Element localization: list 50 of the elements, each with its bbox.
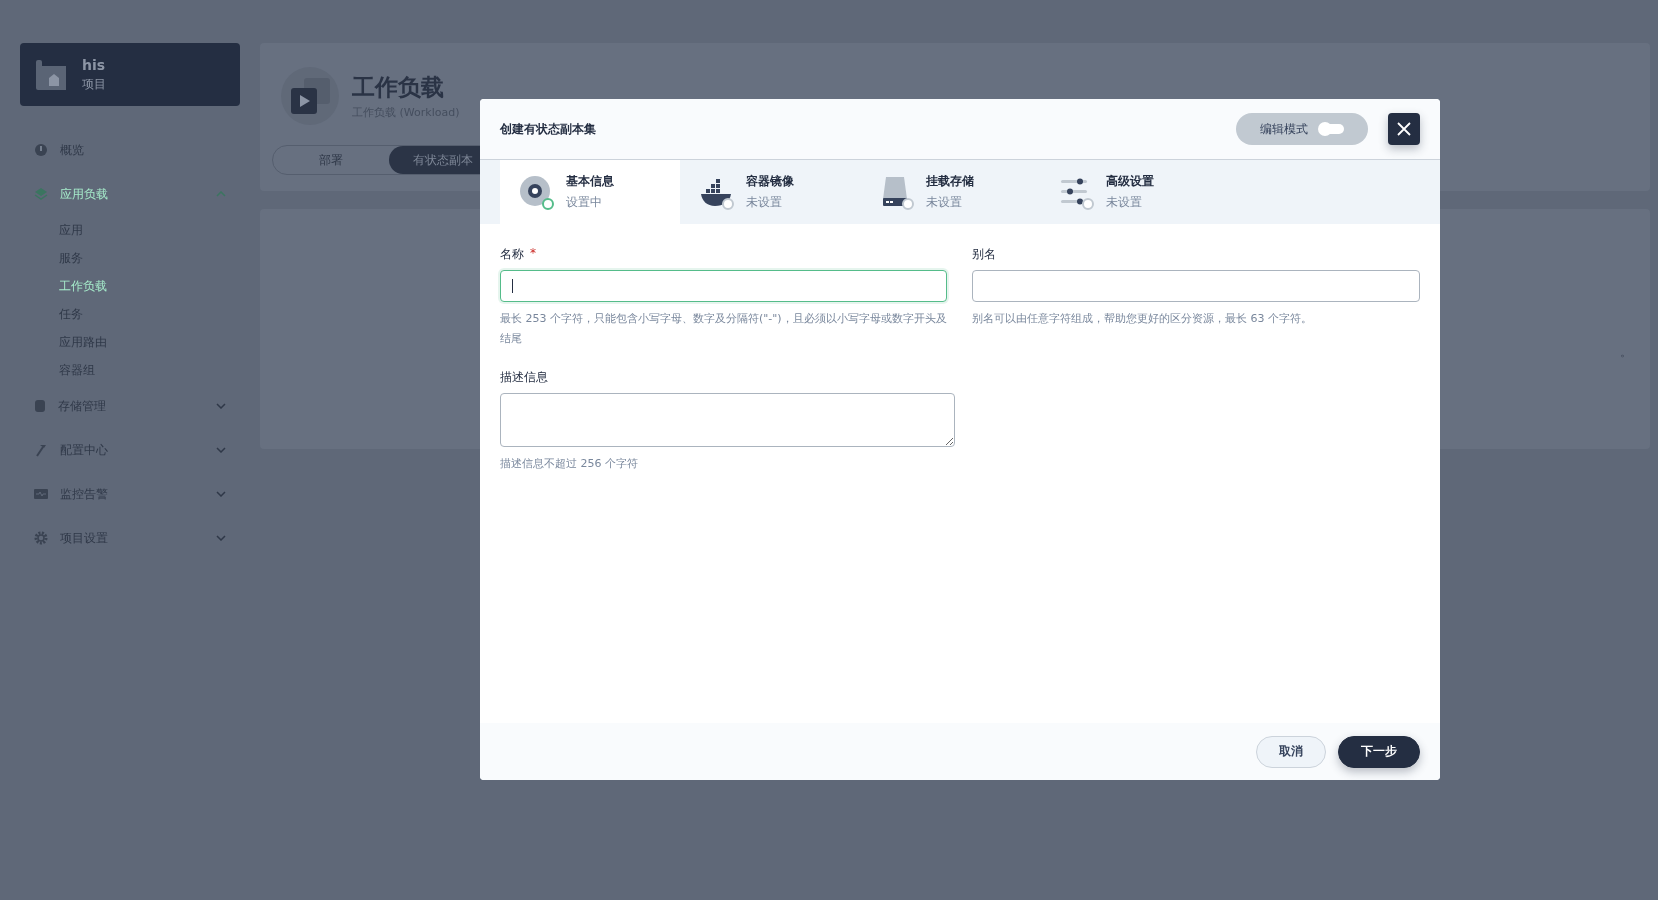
step-tab[interactable]: 基本信息 设置中 — [500, 160, 680, 224]
dashboard-icon — [34, 143, 48, 157]
field-hint: 最长 253 个字符，只能包含小写字母、数字及分隔符("-")，且必须以小写字母或数字开头及结尾 — [500, 311, 947, 347]
next-button[interactable]: 下一步 — [1338, 735, 1420, 768]
sidebar-subitem[interactable]: 工作负载 — [20, 272, 107, 300]
close-icon — [1397, 122, 1411, 136]
step-title: 基本信息 — [566, 173, 614, 190]
layers-icon — [34, 187, 48, 201]
database-icon — [34, 399, 46, 413]
step-tab[interactable]: 容器镜像 未设置 — [680, 160, 860, 224]
field-label: 描述信息 — [500, 369, 548, 386]
chevron-down-icon — [216, 535, 226, 541]
field-label: 别名 — [972, 246, 996, 263]
chevron-up-icon — [216, 191, 226, 197]
field-hint: 描述信息不超过 256 个字符 — [500, 456, 639, 472]
step-title: 容器镜像 — [746, 173, 794, 190]
step-status: 未设置 — [926, 194, 963, 211]
step-status: 未设置 — [746, 194, 783, 211]
project-type: 项目 — [82, 75, 106, 93]
settings-icon — [34, 531, 48, 545]
workload-icon — [280, 66, 340, 126]
chevron-down-icon — [216, 491, 226, 497]
project-icon — [36, 59, 66, 90]
project-name: his — [82, 56, 106, 73]
page-title: 工作负载 — [352, 73, 445, 102]
field-label: 名称 — [500, 246, 524, 263]
cancel-button[interactable]: 取消 — [1256, 735, 1326, 768]
required-mark: * — [530, 246, 536, 262]
project-card[interactable]: his 项目 — [20, 43, 240, 106]
chevron-down-icon — [216, 403, 226, 409]
text-cursor — [512, 279, 513, 293]
input-field[interactable] — [972, 270, 1420, 302]
monitor-icon — [34, 488, 48, 500]
edit-mode-toggle[interactable]: 编辑模式 — [1236, 113, 1368, 145]
input-field[interactable] — [500, 270, 947, 302]
step-tab[interactable]: 挂载存储 未设置 — [860, 160, 1040, 224]
step-tab[interactable]: 高级设置 未设置 — [1040, 160, 1220, 224]
step-icon — [518, 174, 554, 210]
step-status: 设置中 — [566, 194, 603, 211]
field-hint: 别名可以由任意字符组成，帮助您更好的区分资源，最长 63 个字符。 — [972, 311, 1313, 327]
chevron-down-icon — [216, 447, 226, 453]
description-field[interactable] — [500, 393, 955, 447]
step-title: 高级设置 — [1106, 173, 1154, 190]
step-status: 未设置 — [1106, 194, 1143, 211]
text-fragment: 。 — [1620, 344, 1632, 358]
close-button[interactable] — [1388, 113, 1420, 145]
step-title: 挂载存储 — [926, 173, 974, 190]
hammer-icon — [34, 443, 48, 457]
dialog-title: 创建有状态副本集 — [500, 120, 597, 138]
sidebar-item[interactable]: 应用负载 — [20, 172, 240, 216]
